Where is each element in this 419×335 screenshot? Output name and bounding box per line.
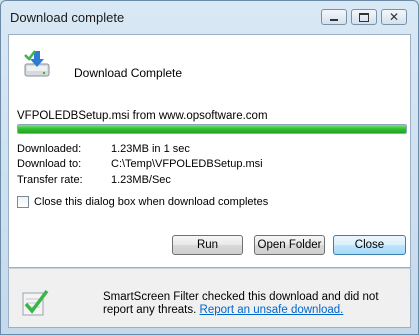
downloaded-label: Downloaded:: [17, 143, 82, 155]
close-when-complete-checkbox[interactable]: [17, 196, 29, 208]
dialog-content: Download Complete VFPOLEDBSetup.msi from…: [8, 34, 411, 268]
minimize-button[interactable]: [321, 9, 347, 25]
close-button[interactable]: Close: [333, 235, 406, 255]
report-unsafe-link[interactable]: Report an unsafe download.: [200, 304, 344, 316]
transfer-rate-label: Transfer rate:: [17, 174, 83, 186]
transfer-rate-value: 1.23MB/Sec: [111, 174, 171, 186]
download-source: VFPOLEDBSetup.msi from www.opsoftware.co…: [17, 110, 268, 122]
minimize-icon: [330, 18, 338, 21]
smartscreen-footer: SmartScreen Filter checked this download…: [8, 268, 411, 328]
page-title: Download Complete: [74, 66, 183, 80]
download-to-value: C:\Temp\VFPOLEDBSetup.msi: [111, 158, 263, 170]
window-title: Download complete: [10, 10, 125, 25]
download-dialog: Download complete ✕ Download Complete VF…: [0, 0, 419, 335]
run-button[interactable]: Run: [172, 235, 243, 255]
maximize-icon: [359, 12, 369, 22]
close-when-complete-label[interactable]: Close this dialog box when download comp…: [34, 196, 268, 208]
download-to-label: Download to:: [17, 158, 82, 170]
title-bar[interactable]: Download complete ✕: [1, 1, 418, 34]
download-icon: [24, 50, 50, 77]
smartscreen-message: SmartScreen Filter checked this download…: [103, 291, 403, 317]
open-folder-button[interactable]: Open Folder: [254, 235, 325, 255]
progress-bar: [17, 124, 407, 134]
maximize-button[interactable]: [351, 9, 377, 25]
close-icon: ✕: [388, 10, 400, 24]
smartscreen-shield-icon: [22, 289, 49, 316]
downloaded-value: 1.23MB in 1 sec: [111, 143, 190, 155]
close-when-complete-option[interactable]: Close this dialog box when download comp…: [17, 196, 268, 208]
window-close-button[interactable]: ✕: [381, 9, 407, 25]
progress-fill: [18, 125, 406, 133]
